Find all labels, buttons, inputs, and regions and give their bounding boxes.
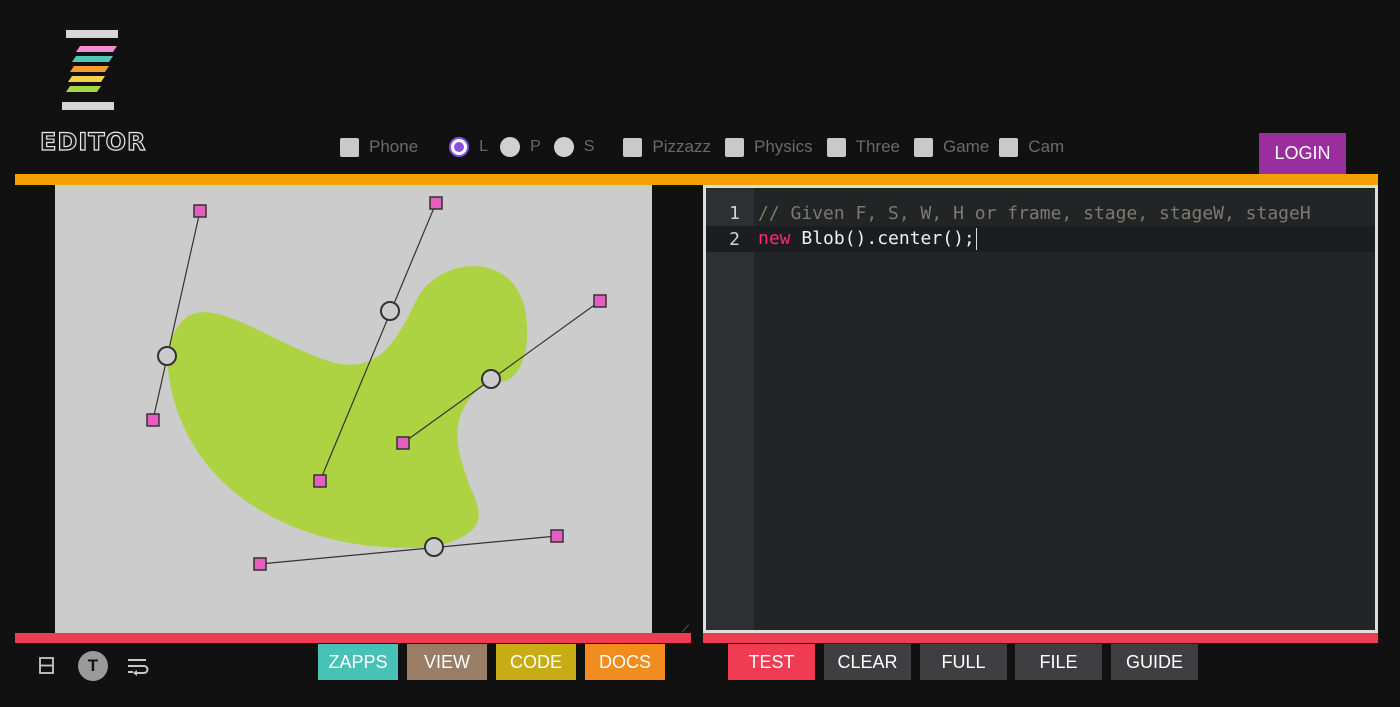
zim-logo-icon — [62, 30, 118, 110]
line-number: 1 — [729, 202, 740, 224]
control-handle[interactable] — [146, 413, 160, 427]
control-handle[interactable] — [253, 557, 267, 571]
control-handle[interactable] — [396, 436, 410, 450]
word-wrap-icon[interactable] — [126, 656, 150, 676]
line-number-gutter — [706, 188, 754, 630]
full-button[interactable]: FULL — [920, 644, 1007, 680]
zapps-button[interactable]: ZAPPS — [318, 644, 398, 680]
left-accent-bar — [15, 633, 691, 643]
control-handle[interactable] — [429, 196, 443, 210]
logo-text: EDITOR — [39, 127, 147, 156]
anchor-point[interactable] — [380, 301, 400, 321]
test-button[interactable]: TEST — [728, 644, 815, 680]
cam-checkbox[interactable] — [999, 137, 1019, 157]
physics-checkbox[interactable] — [725, 137, 744, 157]
physics-label: Physics — [754, 137, 813, 156]
option-orientation-p[interactable]: P — [500, 137, 541, 157]
control-handle[interactable] — [550, 529, 564, 543]
control-handle[interactable] — [193, 204, 207, 218]
option-orientation-l[interactable]: L — [449, 137, 488, 157]
phone-checkbox[interactable] — [340, 137, 359, 157]
code-line[interactable]: 2 new Blob().center(); — [706, 226, 1375, 252]
code-line[interactable]: 1 // Given F, S, W, H or frame, stage, s… — [706, 200, 1375, 226]
bottom-icon-group: T — [38, 651, 150, 681]
orientation-l-label: L — [479, 138, 489, 155]
orientation-l-radio[interactable] — [449, 137, 470, 157]
option-orientation-s[interactable]: S — [553, 137, 595, 157]
blob-preview[interactable] — [55, 185, 652, 633]
pizzazz-checkbox[interactable] — [623, 137, 643, 157]
line-number: 2 — [729, 228, 740, 250]
docs-button[interactable]: DOCS — [585, 644, 665, 680]
code-keyword: new — [758, 228, 791, 249]
orientation-s-radio[interactable] — [553, 137, 574, 157]
code-text: Blob().center(); — [790, 228, 975, 249]
option-three[interactable]: Three — [826, 137, 900, 157]
option-game[interactable]: Game — [914, 137, 989, 157]
blob-shape[interactable] — [167, 266, 528, 548]
orientation-p-radio[interactable] — [500, 137, 521, 157]
view-button[interactable]: VIEW — [407, 644, 487, 680]
anchor-point[interactable] — [157, 346, 177, 366]
code-editor[interactable]: 1 // Given F, S, W, H or frame, stage, s… — [703, 185, 1378, 633]
option-physics[interactable]: Physics — [725, 137, 813, 157]
control-handle[interactable] — [313, 474, 327, 488]
three-checkbox[interactable] — [826, 137, 846, 157]
anchor-point[interactable] — [424, 537, 444, 557]
anchor-point[interactable] — [481, 369, 501, 389]
orientation-s-label: S — [583, 138, 595, 155]
option-cam[interactable]: Cam — [999, 137, 1064, 157]
game-checkbox[interactable] — [914, 137, 933, 157]
pizzazz-label: Pizzazz — [652, 137, 711, 156]
top-accent-bar — [15, 174, 1378, 185]
options-bar: Phone L P S Pizzazz Physics Three Game C… — [340, 132, 1064, 162]
orientation-p-label: P — [530, 138, 541, 155]
split-view-icon[interactable] — [38, 656, 56, 676]
right-accent-bar — [703, 633, 1378, 643]
three-label: Three — [855, 137, 900, 156]
cam-label: Cam — [1028, 137, 1065, 156]
game-label: Game — [943, 137, 990, 156]
option-phone[interactable]: Phone — [340, 137, 418, 157]
guide-button[interactable]: GUIDE — [1111, 644, 1198, 680]
app-logo: EDITOR — [39, 30, 146, 158]
text-cursor — [975, 228, 977, 250]
code-button[interactable]: CODE — [496, 644, 576, 680]
login-button[interactable]: LOGIN — [1259, 133, 1346, 174]
file-button[interactable]: FILE — [1015, 644, 1102, 680]
text-toggle-icon[interactable]: T — [78, 651, 108, 681]
stage-canvas[interactable] — [55, 185, 652, 633]
clear-button[interactable]: CLEAR — [824, 644, 911, 680]
phone-label: Phone — [369, 137, 419, 156]
control-handle[interactable] — [593, 294, 607, 308]
code-comment: // Given F, S, W, H or frame, stage, sta… — [758, 202, 1311, 224]
option-pizzazz[interactable]: Pizzazz — [623, 137, 711, 157]
